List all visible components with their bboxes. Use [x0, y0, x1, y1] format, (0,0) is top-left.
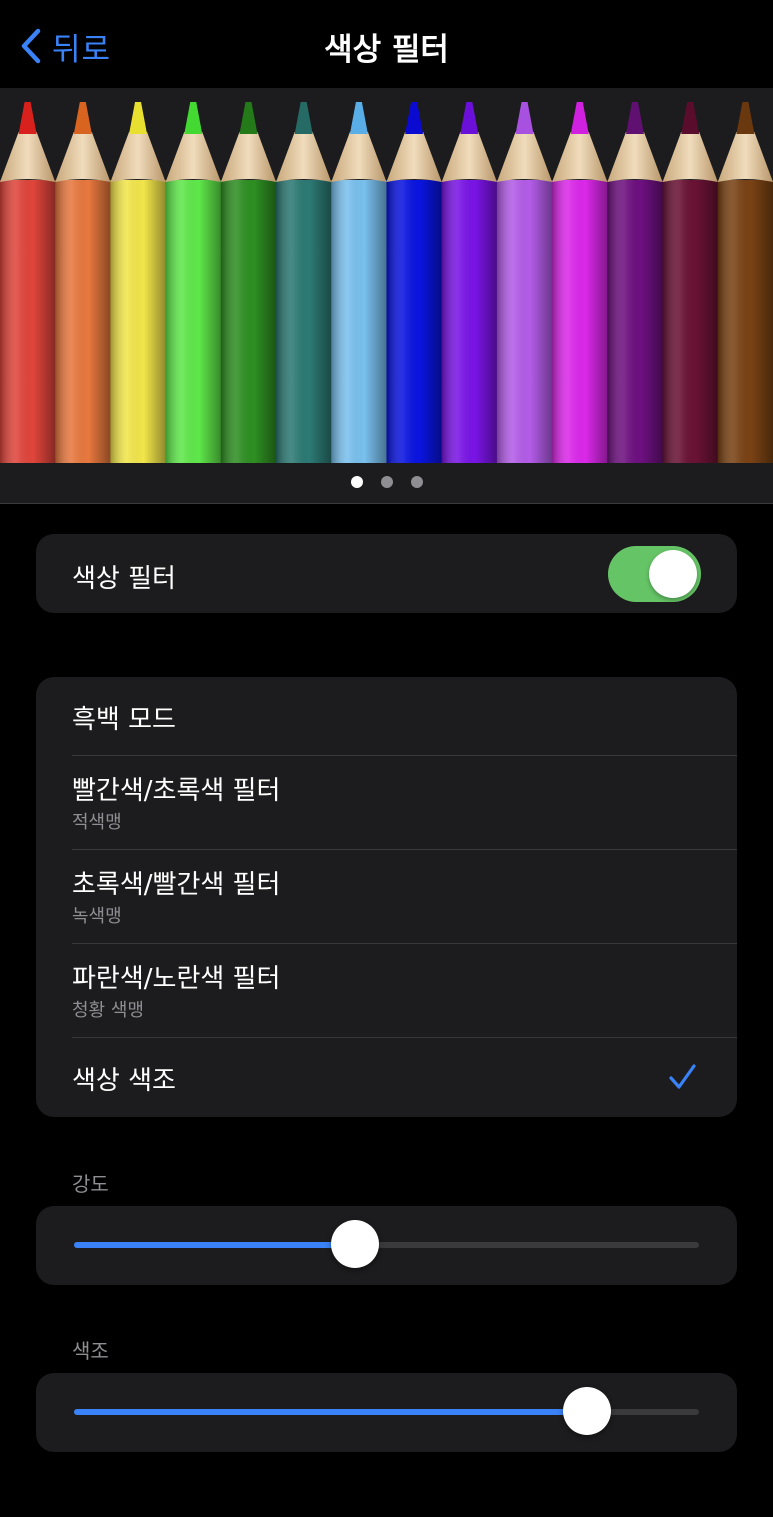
option-red-green-filter[interactable]: 빨간색/초록색 필터 적색맹 [36, 756, 737, 849]
colored-pencils-illustration [0, 102, 773, 463]
page-title: 색상 필터 [324, 32, 449, 68]
color-filter-toggle-row: 색상 필터 [36, 534, 737, 613]
option-blue-yellow-filter[interactable]: 파란색/노란색 필터 청황 색맹 [36, 944, 737, 1037]
page-dot[interactable] [350, 476, 363, 488]
pencil [441, 102, 497, 463]
intensity-slider-card [36, 1206, 737, 1285]
pencil [607, 102, 663, 463]
hue-slider[interactable] [74, 1387, 699, 1435]
hue-slider-fill [74, 1409, 587, 1415]
pencil [662, 102, 718, 463]
option-title: 파란색/노란색 필터 [72, 964, 281, 994]
option-subtitle: 적색맹 [72, 812, 122, 833]
pencil [55, 102, 111, 463]
option-color-tint[interactable]: 색상 색조 [36, 1038, 737, 1117]
filter-options-list: 흑백 모드 빨간색/초록색 필터 적색맹 초록색/빨간색 필터 녹색맹 파란색/… [36, 677, 737, 1117]
pencil [165, 102, 221, 463]
pencil [717, 102, 773, 463]
intensity-label: 강도 [72, 1172, 109, 1196]
page-dot[interactable] [380, 476, 393, 488]
intensity-slider-thumb[interactable] [331, 1220, 380, 1268]
color-filter-label: 색상 필터 [72, 564, 176, 594]
pencil [0, 102, 56, 463]
option-subtitle: 청황 색맹 [72, 1000, 144, 1021]
option-subtitle: 녹색맹 [72, 906, 122, 927]
pencil [110, 102, 166, 463]
page-indicator [0, 476, 773, 488]
switch-knob [649, 550, 697, 598]
navigation-bar: 뒤로 색상 필터 [0, 0, 773, 88]
intensity-slider-fill [74, 1242, 356, 1248]
option-title: 빨간색/초록색 필터 [72, 776, 281, 806]
option-green-red-filter[interactable]: 초록색/빨간색 필터 녹색맹 [36, 850, 737, 943]
hue-slider-thumb[interactable] [562, 1387, 611, 1435]
hue-label: 색조 [72, 1339, 109, 1363]
pencil [552, 102, 608, 463]
option-title: 초록색/빨간색 필터 [72, 870, 281, 900]
color-preview-image[interactable] [0, 88, 773, 463]
checkmark-icon [667, 1062, 697, 1096]
option-title: 색상 색조 [72, 1066, 176, 1096]
pencil [276, 102, 332, 463]
intensity-slider[interactable] [74, 1220, 699, 1268]
pencil [331, 102, 387, 463]
color-filter-switch[interactable] [608, 546, 701, 602]
option-title: 흑백 모드 [72, 705, 176, 735]
pencil [386, 102, 442, 463]
option-grayscale[interactable]: 흑백 모드 [36, 677, 737, 755]
page-dot[interactable] [410, 476, 423, 488]
pencil [220, 102, 277, 463]
pencil [496, 102, 553, 463]
hue-slider-card [36, 1373, 737, 1452]
page-indicator-strip [0, 463, 773, 504]
